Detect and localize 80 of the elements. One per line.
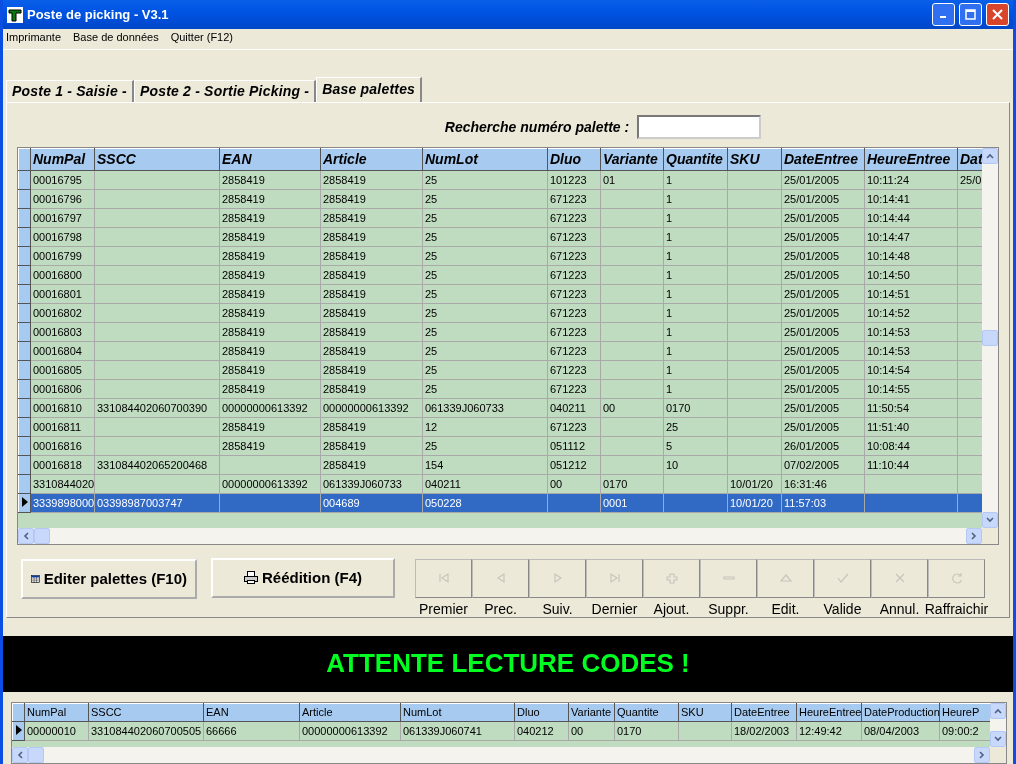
status-banner: ATTENTE LECTURE CODES !	[3, 635, 1013, 692]
menu-item[interactable]: Imprimante	[6, 31, 62, 47]
navigator-label: Raffraichir	[924, 600, 989, 617]
navigator-label: Ajout.	[653, 600, 690, 617]
maximize-icon	[965, 9, 976, 21]
column-header[interactable]: SKU	[678, 703, 732, 722]
window-title: Poste de picking - V3.1	[27, 7, 170, 23]
horizontal-scrollbar[interactable]	[12, 747, 990, 763]
column-header[interactable]: NumLot	[400, 703, 515, 722]
column-header[interactable]: Quantite	[614, 703, 679, 722]
scroll-thumb[interactable]	[28, 747, 44, 763]
row-pointer-icon	[15, 724, 22, 735]
column-header[interactable]: Dluo	[514, 703, 569, 722]
column-header[interactable]: Quantite	[663, 148, 728, 171]
column-header[interactable]: HeureP	[939, 703, 990, 722]
column-header[interactable]: DateEntree	[781, 148, 865, 171]
scroll-left-button[interactable]	[12, 747, 28, 763]
menu-item[interactable]: Quitter (F12)	[170, 31, 234, 47]
close-button[interactable]	[986, 3, 1009, 27]
column-header[interactable]: NumPal	[30, 148, 95, 171]
column-header[interactable]: SKU	[727, 148, 782, 171]
search-field[interactable]	[637, 114, 762, 139]
scroll-up-button[interactable]	[990, 702, 1006, 719]
column-header[interactable]: HeureEntree	[864, 148, 958, 171]
navigator-label: Suiv.	[542, 600, 573, 617]
up-icon	[778, 572, 793, 585]
scroll-left-button[interactable]	[18, 527, 34, 544]
column-header[interactable]: Article	[299, 703, 401, 722]
navigator-label: Prec.	[484, 600, 517, 617]
last-icon	[607, 572, 622, 585]
scroll-thumb[interactable]	[982, 329, 998, 346]
header-corner	[12, 703, 25, 722]
scroll-right-button[interactable]	[966, 527, 982, 544]
vertical-scrollbar[interactable]	[990, 702, 1006, 747]
search-label: Recherche numéro palette :	[444, 118, 630, 135]
refresh-icon	[949, 572, 964, 585]
app-icon	[7, 6, 23, 23]
scrollbar-corner	[982, 527, 998, 544]
navigator-label: Edit.	[771, 600, 800, 617]
check-icon	[835, 572, 850, 585]
column-header[interactable]: Dluo	[547, 148, 601, 171]
column-header[interactable]: NumPal	[24, 703, 89, 722]
printer-icon	[244, 571, 258, 585]
table-icon	[31, 572, 40, 585]
column-header[interactable]: NumLot	[422, 148, 548, 171]
column-header[interactable]: SSCC	[94, 148, 220, 171]
tab[interactable]: Poste 1 - Saisie -	[6, 79, 134, 102]
scroll-thumb[interactable]	[34, 527, 50, 544]
edit-pallets-button[interactable]: Editer palettes (F10)	[21, 558, 197, 599]
scroll-down-button[interactable]	[982, 511, 998, 528]
column-header[interactable]: DateProduction	[861, 703, 940, 722]
navigator-label: Premier	[419, 600, 468, 617]
tab[interactable]: Base palettes	[316, 76, 423, 102]
plus-icon	[664, 572, 679, 585]
navigator-label: Suppr.	[708, 600, 749, 617]
column-header[interactable]: SSCC	[88, 703, 204, 722]
column-header[interactable]: HeureEntree	[796, 703, 862, 722]
scroll-down-button[interactable]	[990, 731, 1006, 747]
reprint-button[interactable]: Réédition (F4)	[211, 557, 395, 598]
navigator-label: Dernier	[591, 600, 638, 617]
column-header[interactable]: EAN	[219, 148, 321, 171]
column-header[interactable]: Article	[320, 148, 423, 171]
horizontal-scrollbar[interactable]	[18, 527, 982, 544]
maximize-button[interactable]	[959, 3, 982, 27]
column-header[interactable]: Variante	[600, 148, 664, 171]
column-header[interactable]: Variante	[568, 703, 615, 722]
close-icon	[992, 9, 1003, 21]
tab[interactable]: Poste 2 - Sortie Picking -	[133, 79, 317, 102]
header-corner	[18, 148, 31, 171]
scroll-right-button[interactable]	[974, 747, 990, 763]
scroll-up-button[interactable]	[982, 147, 998, 164]
first-icon	[436, 572, 451, 585]
column-header[interactable]: DateEntree	[731, 703, 797, 722]
minimize-button[interactable]	[932, 3, 955, 27]
menu-item[interactable]: Base de données	[73, 31, 159, 47]
navigator-label: Valide	[823, 600, 862, 617]
vertical-scrollbar[interactable]	[982, 147, 998, 528]
column-header[interactable]: EAN	[203, 703, 300, 722]
row-pointer-icon	[21, 496, 28, 507]
navigator-label: Annul.	[879, 600, 920, 617]
